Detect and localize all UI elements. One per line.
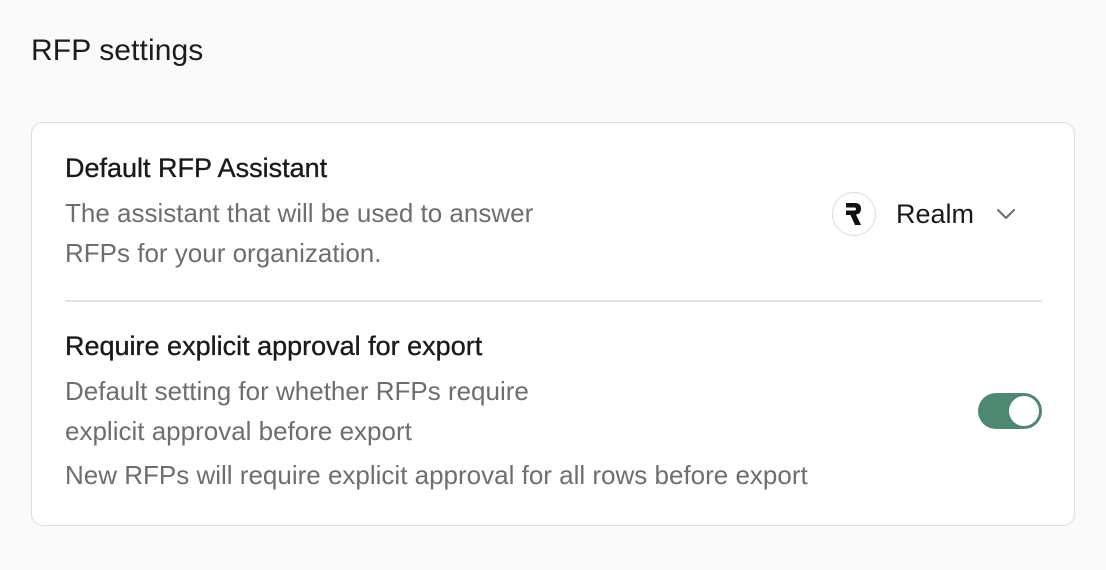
toggle-knob xyxy=(1009,396,1039,426)
divider xyxy=(65,300,1042,302)
setting-title: Require explicit approval for export xyxy=(65,331,483,361)
setting-title: Default RFP Assistant xyxy=(65,153,328,183)
setting-row-explicit-approval: Require explicit approval for export Def… xyxy=(65,329,1042,499)
page-title: RFP settings xyxy=(31,34,204,67)
realm-logo-icon xyxy=(844,202,864,226)
setting-description: The assistant that will be used to answe… xyxy=(65,198,534,268)
avatar xyxy=(831,192,876,236)
setting-description: Default setting for whether RFPs require… xyxy=(65,376,529,446)
setting-row-default-assistant: Default RFP Assistant The assistant that… xyxy=(65,151,1042,301)
assistant-select[interactable]: Realm xyxy=(831,191,1016,237)
assistant-select-value: Realm xyxy=(895,198,974,229)
chevron-down-icon xyxy=(996,208,1016,220)
settings-card: Default RFP Assistant The assistant that… xyxy=(31,122,1075,526)
explicit-approval-toggle[interactable] xyxy=(978,393,1042,429)
setting-note: New RFPs will require explicit approval … xyxy=(65,460,808,490)
